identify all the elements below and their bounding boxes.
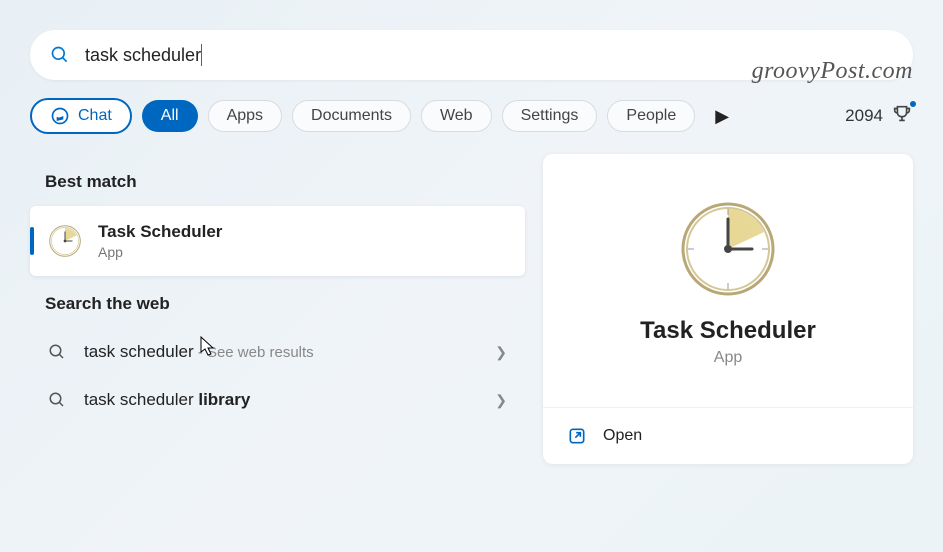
rewards-points: 2094 [845,106,883,126]
open-icon [567,426,587,446]
filter-chat[interactable]: Chat [30,98,132,134]
web-result-text: task scheduler library [84,390,477,410]
bing-chat-icon [50,106,70,126]
search-icon [48,343,66,361]
result-title: Task Scheduler [98,222,222,242]
search-icon [48,391,66,409]
filter-all[interactable]: All [142,100,198,132]
web-result-2[interactable]: task scheduler library ❯ [30,376,525,424]
web-result-1[interactable]: task scheduler - See web results ❯ [30,328,525,376]
watermark-text: groovyPost.com [752,58,913,85]
search-input[interactable]: task scheduler [85,45,201,66]
task-scheduler-hero-icon [678,199,778,299]
filter-settings[interactable]: Settings [502,100,598,132]
task-scheduler-icon [48,224,82,258]
more-filters-arrow[interactable]: ▶ [709,102,735,131]
search-icon [50,45,70,65]
chevron-right-icon: ❯ [495,392,507,409]
web-result-text: task scheduler - See web results [84,342,477,362]
filter-people[interactable]: People [607,100,695,132]
filter-chat-label: Chat [78,107,112,125]
notification-dot [910,101,916,107]
results-panel: Best match Task Scheduler App Search the… [30,154,525,464]
search-web-header: Search the web [45,294,525,314]
filter-web[interactable]: Web [421,100,492,132]
filter-row: Chat All Apps Documents Web Settings Peo… [30,98,913,134]
rewards-area[interactable]: 2094 [845,103,913,130]
best-match-result[interactable]: Task Scheduler App [30,206,525,276]
details-subtitle: App [714,349,742,367]
details-title: Task Scheduler [640,317,816,345]
result-subtitle: App [98,244,222,260]
chevron-right-icon: ❯ [495,344,507,361]
filter-documents[interactable]: Documents [292,100,411,132]
content-area: Best match Task Scheduler App Search the… [0,154,943,464]
open-action[interactable]: Open [543,407,913,464]
open-label: Open [603,427,642,445]
filter-apps[interactable]: Apps [208,100,282,132]
text-cursor [201,44,202,66]
best-match-header: Best match [45,172,525,192]
details-panel: Task Scheduler App Open [543,154,913,464]
